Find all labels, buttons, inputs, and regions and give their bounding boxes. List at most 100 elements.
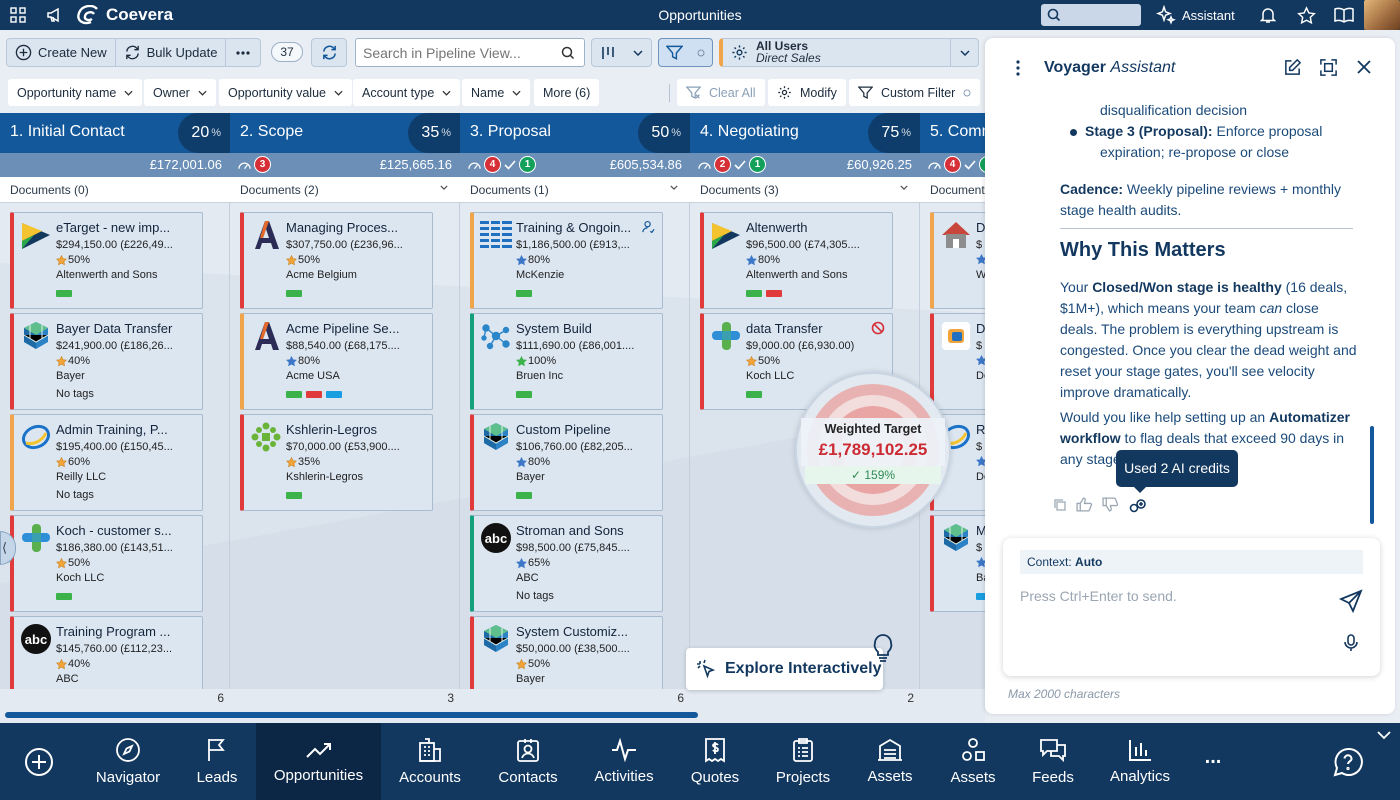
opportunity-card[interactable]: Admin Training, P... $195,400.00 (£150,4… (10, 414, 203, 511)
users-selector[interactable]: All Users Direct Sales (719, 38, 979, 67)
expand-icon[interactable] (1319, 58, 1338, 77)
chevron-down-icon[interactable] (1377, 731, 1391, 740)
opportunity-card[interactable]: M $ Ba (930, 515, 985, 612)
opportunity-card[interactable]: Managing Proces... $307,750.00 (£236,96.… (240, 212, 433, 309)
nav-item-assets[interactable]: Assets (858, 723, 922, 800)
workflow-link[interactable]: workflow (1060, 430, 1121, 446)
filter-chip-owner[interactable]: Owner (144, 79, 216, 106)
nav-item-quotes[interactable]: Quotes (685, 723, 745, 800)
send-icon[interactable] (1339, 589, 1363, 613)
microphone-icon[interactable] (1344, 634, 1358, 652)
explore-interactively-button[interactable]: Explore Interactively (686, 648, 883, 690)
users-dropdown-toggle[interactable] (950, 39, 978, 66)
custom-filter-button[interactable]: Custom Filter (849, 79, 981, 106)
brand-logo[interactable]: Coevera (76, 5, 173, 25)
nav-item-analytics[interactable]: Analytics (1100, 723, 1180, 800)
card-account: Reilly LLC (56, 471, 107, 483)
column-header[interactable]: 3. Proposal 50% (460, 113, 690, 153)
create-new-button[interactable]: Create New (7, 39, 116, 66)
weighted-target-widget[interactable]: Weighted Target £1,789,102.25 ✓ 159% (795, 372, 951, 528)
copy-icon[interactable] (1053, 498, 1067, 512)
assigned-user-icon[interactable] (642, 220, 655, 233)
nav-item-feeds[interactable]: Feeds (1022, 723, 1084, 800)
opportunity-card[interactable]: abc Stroman and Sons $98,500.00 (£75,845… (470, 515, 663, 612)
edit-icon[interactable] (1283, 58, 1302, 77)
column-documents[interactable]: Document (920, 177, 985, 203)
view-mode-selector[interactable] (591, 38, 652, 67)
kebab-menu-icon[interactable] (1016, 60, 1020, 76)
ai-credits-icon[interactable] (1128, 495, 1148, 514)
nav-item-opportunities[interactable]: Opportunities (256, 723, 381, 800)
close-icon[interactable] (1357, 60, 1371, 74)
column-documents[interactable]: Documents (0) (0, 177, 230, 203)
opportunity-card[interactable]: Bayer Data Transfer $241,900.00 (£186,26… (10, 313, 203, 410)
clear-all-button[interactable]: Clear All (677, 79, 765, 106)
nav-item-activities[interactable]: Activities (588, 723, 660, 800)
add-button[interactable] (10, 723, 68, 800)
book-icon[interactable] (1326, 0, 1362, 30)
apps-grid-icon[interactable] (0, 0, 36, 30)
opportunity-card[interactable]: Da $ W (930, 212, 985, 309)
stage-alert-badge[interactable]: 1 (519, 156, 536, 173)
column-documents[interactable]: Documents (2) (230, 177, 460, 203)
nav-item-contacts[interactable]: Contacts (492, 723, 564, 800)
opportunity-card[interactable]: Koch - customer s... $186,380.00 (£143,5… (10, 515, 203, 612)
column-header[interactable]: 2. Scope 35% (230, 113, 460, 153)
user-avatar[interactable] (1364, 0, 1400, 30)
opportunity-card[interactable]: Altenwerth $96,500.00 (£74,305.... 80% A… (700, 212, 893, 309)
stage-alert-badge[interactable]: 4 (484, 156, 501, 173)
filter-toggle-button[interactable] (658, 38, 713, 67)
nav-item-leads[interactable]: Leads (188, 723, 246, 800)
context-indicator[interactable]: Context: Auto (1020, 550, 1363, 574)
stage-alert-badge[interactable]: 4 (944, 156, 961, 173)
column-header[interactable]: 1. Initial Contact 20% (0, 113, 230, 153)
search-icon[interactable] (561, 46, 575, 60)
more-actions-button[interactable] (226, 39, 260, 66)
column-header[interactable]: 4. Negotiating 75% (690, 113, 920, 153)
filter-chip-opportunity-name[interactable]: Opportunity name (8, 79, 143, 106)
assistant-prompt-input[interactable] (1020, 588, 1320, 648)
card-tags-row (976, 590, 985, 600)
more-nav-button[interactable]: ... (1190, 723, 1236, 800)
nav-item-accounts[interactable]: Accounts (394, 723, 466, 800)
stage-alert-badge[interactable]: 3 (254, 156, 271, 173)
refresh-button[interactable] (311, 38, 347, 67)
opportunity-card[interactable]: Kshlerin-Legros $70,000.00 (£53,900.... … (240, 414, 433, 511)
opportunity-card[interactable]: Acme Pipeline Se... $88,540.00 (£68,175.… (240, 313, 433, 410)
lightbulb-icon[interactable] (872, 634, 894, 662)
stage-alert-badge[interactable]: 1 (749, 156, 766, 173)
thumbs-down-icon[interactable] (1102, 497, 1119, 512)
opportunity-card[interactable]: Custom Pipeline $106,760.00 (£82,205... … (470, 414, 663, 511)
modify-button[interactable]: Modify (768, 79, 846, 106)
megaphone-icon[interactable] (36, 0, 72, 30)
global-search-input[interactable] (1041, 4, 1141, 26)
scrollbar-thumb[interactable] (5, 712, 698, 718)
stage-alert-badge[interactable]: 2 (714, 156, 731, 173)
filter-chip-opportunity-value[interactable]: Opportunity value (219, 79, 352, 106)
star-icon[interactable] (1288, 0, 1324, 30)
filter-chip-more[interactable]: More (6) (534, 79, 600, 106)
opportunity-card[interactable]: System Build $111,690.00 (£86,001.... 10… (470, 313, 663, 410)
filter-chip-name[interactable]: Name (462, 79, 531, 106)
opportunity-card[interactable]: Training & Ongoin... $1,186,500.00 (£913… (470, 212, 663, 309)
assistant-scrollbar[interactable] (1370, 426, 1374, 524)
assistant-button[interactable]: Assistant (1156, 0, 1235, 30)
horizontal-scrollbar[interactable] (0, 707, 985, 723)
card-title: Admin Training, P... (56, 422, 168, 437)
opportunity-card[interactable]: eTarget - new imp... $294,150.00 (£226,4… (10, 212, 203, 309)
bulk-update-button[interactable]: Bulk Update (116, 39, 227, 66)
nav-item-navigator[interactable]: Navigator (95, 723, 161, 800)
column-header[interactable]: 5. Comm (920, 113, 985, 153)
blocked-icon[interactable] (871, 321, 885, 335)
help-button[interactable] (1320, 723, 1376, 800)
nav-item-assets[interactable]: Assets (942, 723, 1004, 800)
bell-icon[interactable] (1250, 0, 1286, 30)
automatizer-link[interactable]: Automatizer (1269, 409, 1350, 425)
column-documents[interactable]: Documents (3) (690, 177, 920, 203)
column-documents[interactable]: Documents (1) (460, 177, 690, 203)
filter-chip-account-type[interactable]: Account type (353, 79, 461, 106)
nav-item-projects[interactable]: Projects (770, 723, 836, 800)
card-tags-row (286, 489, 302, 499)
pipeline-search-input[interactable] (363, 39, 553, 66)
thumbs-up-icon[interactable] (1076, 497, 1093, 512)
